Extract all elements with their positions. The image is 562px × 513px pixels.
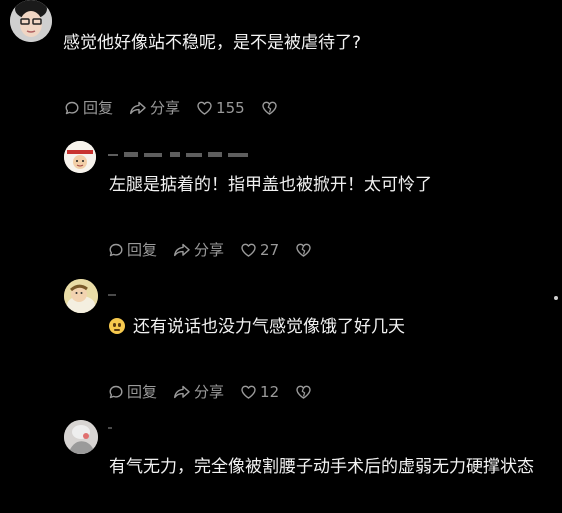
share-icon <box>130 101 146 114</box>
like-count: 12 <box>260 382 280 401</box>
avatar[interactable] <box>64 141 96 173</box>
share-button[interactable]: 分享 <box>129 97 180 118</box>
username-text-glyphs <box>108 152 248 157</box>
dislike-button[interactable] <box>295 384 315 400</box>
like-count: 155 <box>216 98 245 117</box>
reply-button[interactable]: 回复 <box>64 97 113 118</box>
comment-text: 感觉他好像站不稳呢，是不是被虐待了? <box>63 33 362 53</box>
avatar[interactable] <box>10 0 52 42</box>
comment-text: 有气无力，完全像被割腰子动手术后的虚弱无力硬撑状态 <box>109 457 534 477</box>
heart-icon <box>197 101 212 115</box>
share-icon <box>174 243 190 256</box>
share-button[interactable]: 分享 <box>173 239 224 260</box>
comment-thread: { "comments": [ { "text": "感觉他好像站不稳呢，是不是… <box>0 0 562 513</box>
comment-actions: 回复 分享 27 <box>108 239 331 260</box>
reply-icon <box>65 101 79 114</box>
reply-label: 回复 <box>83 99 114 117</box>
share-label: 分享 <box>194 383 225 401</box>
username[interactable] <box>108 290 118 301</box>
comment-text-content: 还有说话也没力气感觉像饿了好几天 <box>133 317 405 337</box>
comment-actions: 回复 分享 155 <box>64 97 297 118</box>
reply-icon <box>109 385 123 398</box>
dislike-button[interactable] <box>295 242 315 258</box>
share-label: 分享 <box>150 99 181 117</box>
comment-actions: 回复 分享 12 <box>108 381 331 402</box>
avatar[interactable] <box>64 420 98 454</box>
dislike-button[interactable] <box>261 100 281 116</box>
avatar[interactable] <box>64 279 98 313</box>
username-text-glyphs <box>108 427 112 429</box>
broken-heart-icon <box>296 243 311 257</box>
heart-icon <box>241 385 256 399</box>
username[interactable] <box>108 150 250 163</box>
comment-text: 左腿是掂着的！指甲盖也被掀开！太可怜了 <box>109 175 432 195</box>
fearful-face-emoji <box>109 318 125 334</box>
reply-button[interactable]: 回复 <box>108 381 157 402</box>
broken-heart-icon <box>296 385 311 399</box>
comment-text: 还有说话也没力气感觉像饿了好几天 <box>109 313 549 341</box>
username[interactable] <box>108 423 114 434</box>
share-button[interactable]: 分享 <box>173 381 224 402</box>
username-text-glyphs <box>108 294 116 296</box>
heart-icon <box>241 243 256 257</box>
reply-label: 回复 <box>127 241 158 259</box>
like-button[interactable]: 155 <box>196 99 245 117</box>
like-button[interactable]: 27 <box>240 241 279 259</box>
like-count: 27 <box>260 240 280 259</box>
share-label: 分享 <box>194 241 225 259</box>
reply-button[interactable]: 回复 <box>108 239 157 260</box>
more-options-dot[interactable] <box>554 296 558 300</box>
reply-label: 回复 <box>127 383 158 401</box>
like-button[interactable]: 12 <box>240 383 279 401</box>
broken-heart-icon <box>261 101 277 115</box>
share-icon <box>174 385 190 398</box>
reply-icon <box>109 243 123 256</box>
